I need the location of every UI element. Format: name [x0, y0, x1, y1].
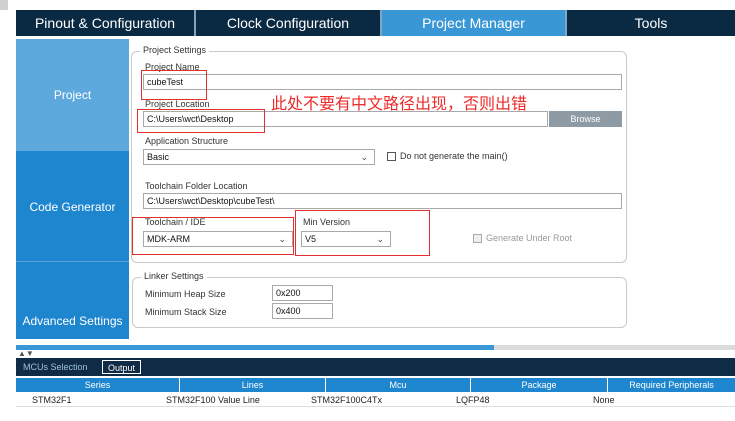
min-stack-size-input[interactable]: 0x400: [272, 303, 333, 319]
min-stack-size-label: Minimum Stack Size: [145, 307, 227, 317]
project-settings-panel: Project Settings Project Name cubeTest P…: [129, 39, 735, 339]
column-header-lines[interactable]: Lines: [180, 378, 326, 392]
project-settings-legend: Project Settings: [140, 45, 210, 55]
chevron-down-icon: ⌄: [360, 152, 368, 162]
output-tab-bar: MCUs Selection Output: [16, 358, 735, 376]
annotation-box-project-name: [141, 70, 207, 100]
sidebar-item-label: Advanced Settings: [22, 314, 123, 328]
application-structure-select[interactable]: Basic ⌄: [143, 149, 375, 165]
toolchain-folder-label: Toolchain Folder Location: [145, 181, 248, 191]
tab-output[interactable]: Output: [102, 360, 142, 374]
sidebar-item-advanced-settings[interactable]: Advanced Settings: [16, 261, 129, 339]
column-header-required-peripherals[interactable]: Required Peripherals: [608, 378, 735, 392]
application-structure-value: Basic: [147, 152, 170, 162]
generate-under-root-checkbox[interactable]: [473, 234, 482, 243]
cell-mcu: STM32F100C4Tx: [311, 395, 383, 405]
window-corner: [0, 0, 8, 10]
annotation-note: 此处不要有中文路径出现，否则出错: [271, 94, 528, 113]
browse-button[interactable]: Browse: [549, 111, 622, 127]
main-tab-bar: Pinout & Configuration Clock Configurati…: [16, 10, 735, 36]
toolchain-folder-input[interactable]: C:\Users\wct\Desktop\cubeTest\: [143, 193, 622, 209]
sidebar: Project Code Generator Advanced Settings: [16, 39, 129, 339]
generate-under-root-label: Generate Under Root: [486, 233, 573, 243]
sidebar-item-code-generator[interactable]: Code Generator: [16, 151, 129, 261]
column-header-mcu[interactable]: Mcu: [326, 378, 471, 392]
collapse-arrows-icon[interactable]: ▲▼: [18, 350, 34, 358]
sidebar-item-label: Project: [53, 88, 92, 102]
tab-clock-configuration[interactable]: Clock Configuration: [196, 10, 382, 36]
do-not-generate-main-checkbox[interactable]: [387, 152, 396, 161]
column-header-package[interactable]: Package: [471, 378, 608, 392]
linker-settings-legend: Linker Settings: [141, 271, 207, 281]
do-not-generate-main-label: Do not generate the main(): [400, 151, 508, 161]
cell-series: STM32F1: [32, 395, 72, 405]
horizontal-scrollbar[interactable]: [16, 345, 735, 350]
min-heap-size-input[interactable]: 0x200: [272, 285, 333, 301]
tab-project-manager[interactable]: Project Manager: [382, 10, 567, 36]
tab-tools[interactable]: Tools: [567, 10, 735, 36]
sidebar-item-label: Code Generator: [29, 200, 116, 214]
window-left-edge: [0, 0, 16, 421]
application-structure-label: Application Structure: [145, 136, 229, 146]
min-heap-size-label: Minimum Heap Size: [145, 289, 226, 299]
project-name-input[interactable]: cubeTest: [143, 74, 622, 90]
project-location-label: Project Location: [145, 99, 210, 109]
cell-package: LQFP48: [456, 395, 490, 405]
mcu-table-header: Series Lines Mcu Package Required Periph…: [16, 378, 735, 392]
annotation-box-project-location: [137, 109, 265, 133]
annotation-box-toolchain: [132, 217, 294, 255]
cell-lines: STM32F100 Value Line: [166, 395, 260, 405]
sidebar-item-project[interactable]: Project: [16, 39, 129, 151]
tab-pinout-configuration[interactable]: Pinout & Configuration: [16, 10, 196, 36]
table-row[interactable]: STM32F1 STM32F100 Value Line STM32F100C4…: [16, 393, 735, 407]
tab-mcus-selection[interactable]: MCUs Selection: [18, 360, 93, 374]
column-header-series[interactable]: Series: [16, 378, 180, 392]
linker-settings-group: Linker Settings: [132, 271, 627, 328]
scrollbar-thumb[interactable]: [16, 345, 494, 350]
cell-required-peripherals: None: [593, 395, 615, 405]
annotation-box-min-version: [295, 210, 430, 256]
